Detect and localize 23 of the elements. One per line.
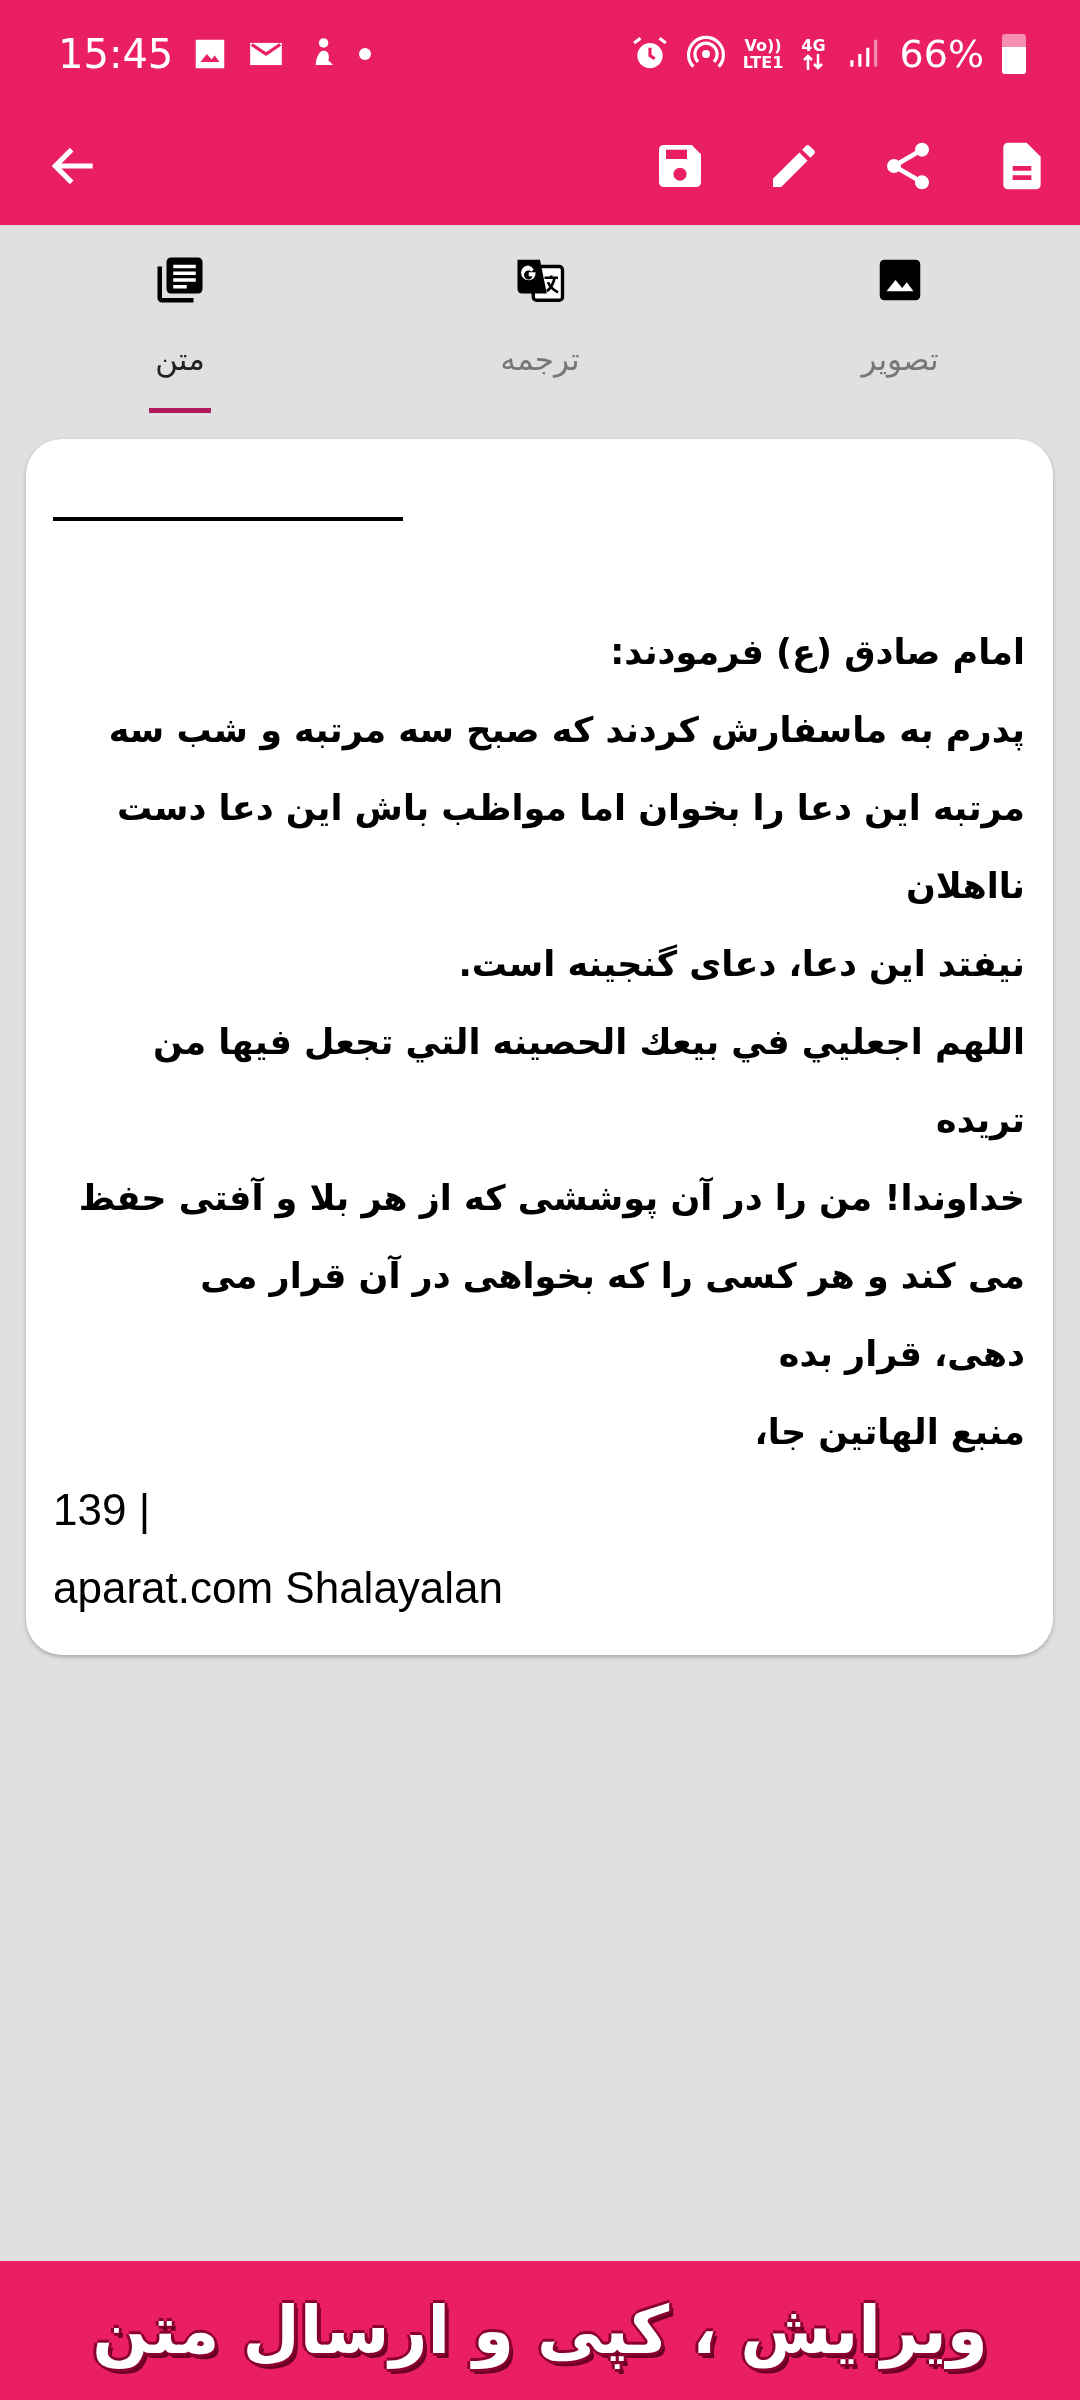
text-line: نیفتد این دعا، دعای گنجینه است. bbox=[457, 943, 1025, 987]
text-line: aparat.com Shalayalan bbox=[53, 1562, 505, 1614]
volte-label: Vo)) LTE1 bbox=[742, 36, 784, 71]
battery-icon bbox=[1002, 33, 1026, 74]
clock: 15:45 bbox=[58, 30, 174, 77]
tab[interactable]: تصویر bbox=[720, 225, 1080, 413]
dot-icon bbox=[359, 47, 372, 60]
text-line: اللهم اجعليي في بيعك الحصينه التي تجعل فيها من bbox=[152, 1021, 1025, 1065]
text-line: نااهلان bbox=[905, 865, 1025, 908]
text-line: 139 | bbox=[53, 1484, 152, 1536]
data-arrows-icon bbox=[802, 54, 825, 70]
text-line: مرتبه این دعا را بخوان اما مواظب باش این دعا دست bbox=[115, 787, 1025, 831]
tab[interactable]: متن bbox=[0, 225, 360, 413]
tab[interactable]: ترجمه bbox=[360, 225, 720, 413]
text-line: دهی، قرار بده bbox=[777, 1333, 1025, 1377]
text-line: می کند و هر کسی را که بخواهی در آن قرار می bbox=[199, 1254, 1025, 1299]
text-line: تریده bbox=[935, 1099, 1025, 1143]
text-line: خداوندا! من را در آن پوششی که از هر بلا و آفتی حفظ bbox=[77, 1176, 1025, 1221]
network-label: 4G bbox=[801, 37, 826, 54]
text-line: پدرم به ماسفارش کردند که صبح سه مرتبه و شب سه bbox=[107, 709, 1025, 753]
text-line: منبع الهاتین جا، bbox=[753, 1411, 1025, 1455]
text-line: امام صادق (ع) فرمودند: bbox=[609, 631, 1025, 675]
battery-percent: 66% bbox=[899, 31, 984, 76]
